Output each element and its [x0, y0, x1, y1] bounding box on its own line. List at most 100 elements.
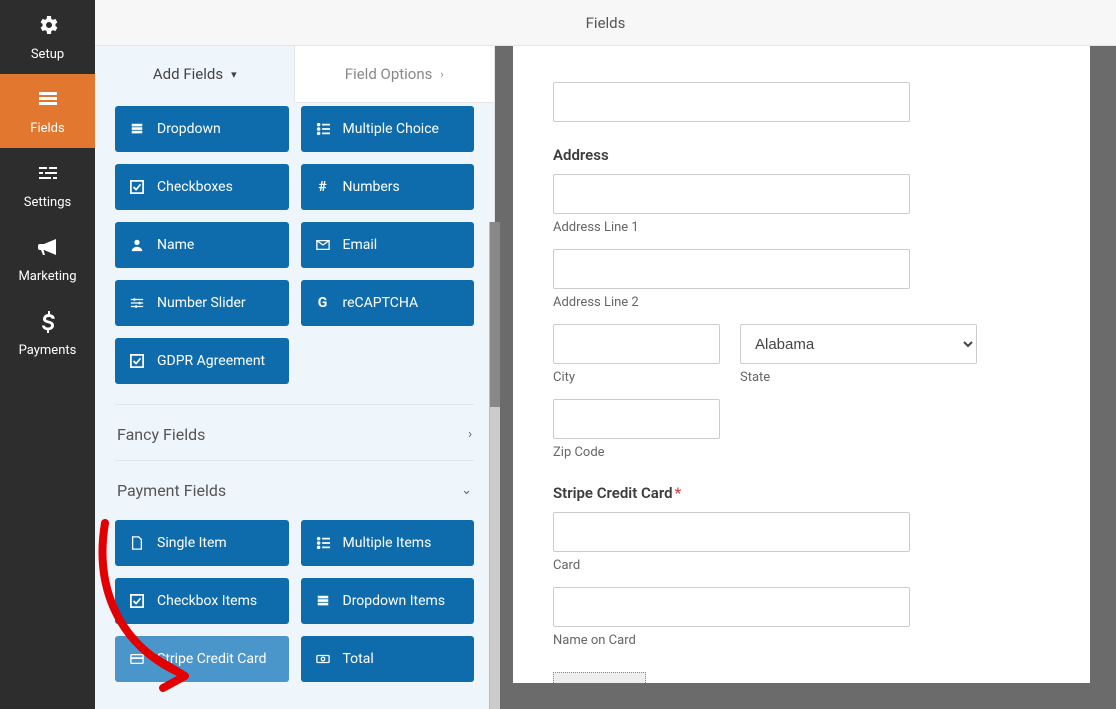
field-label: Dropdown Items [343, 593, 446, 609]
required-asterisk: * [675, 484, 682, 502]
payment-fields-grid: Single Item Multiple Items Checkbox Item… [115, 516, 474, 702]
bullhorn-icon [36, 235, 60, 263]
state-select[interactable]: Alabama [740, 324, 977, 364]
credit-card-icon [129, 651, 145, 667]
sliders-icon [36, 161, 60, 189]
user-icon [129, 237, 145, 253]
field-multiple-choice[interactable]: Multiple Choice [301, 106, 475, 152]
field-multiple-items[interactable]: Multiple Items [301, 520, 475, 566]
name-on-card-input[interactable] [553, 587, 910, 627]
tab-label: Field Options [345, 65, 433, 83]
mail-icon [315, 237, 331, 253]
sublabel: State [740, 370, 977, 385]
field-gdpr-agreement[interactable]: GDPR Agreement [115, 338, 289, 384]
field-label: Stripe Credit Card [157, 651, 267, 667]
field-label: Checkboxes [157, 179, 233, 195]
field-recaptcha[interactable]: G reCAPTCHA [301, 280, 475, 326]
dollar-icon [36, 309, 60, 337]
money-icon [315, 651, 331, 667]
page-title: Fields [586, 14, 626, 32]
field-label: Name [157, 237, 194, 253]
field-label: Dropdown [157, 121, 221, 137]
list-icon [315, 593, 331, 609]
field-label: Address [553, 146, 1050, 164]
card-input[interactable] [553, 512, 910, 552]
check-icon [129, 179, 145, 195]
form-preview: Address Address Line 1 Address Line 2 Ci… [513, 46, 1090, 683]
field-label: Numbers [343, 179, 400, 195]
field-total[interactable]: Total [301, 636, 475, 682]
sublabel: Name on Card [553, 633, 1050, 648]
page-header: Fields [95, 0, 1116, 46]
check-icon [129, 593, 145, 609]
field-label: Multiple Choice [343, 121, 439, 137]
field-label: Single Item [157, 535, 227, 551]
chevron-down-icon: ⌄ [461, 483, 472, 498]
check-icon [129, 353, 145, 369]
sublabel: City [553, 370, 720, 385]
sublabel: Zip Code [553, 445, 720, 460]
scrollbar[interactable] [489, 222, 500, 709]
bullets-icon [315, 535, 331, 551]
chevron-down-icon: ▾ [231, 68, 237, 81]
chevron-right-icon: › [468, 427, 472, 442]
section-fancy-fields[interactable]: Fancy Fields › [115, 404, 474, 460]
section-title: Fancy Fields [117, 425, 205, 444]
field-stripe-credit-card[interactable]: Stripe Credit Card [115, 636, 289, 682]
section-payment-fields[interactable]: Payment Fields ⌄ [115, 460, 474, 516]
sublabel: Address Line 1 [553, 220, 1050, 235]
field-label: Multiple Items [343, 535, 432, 551]
standard-fields-grid: Dropdown Multiple Choice Checkboxes # Nu… [115, 102, 474, 404]
field-single-item[interactable]: Single Item [115, 520, 289, 566]
file-icon [129, 535, 145, 551]
field-dropdown[interactable]: Dropdown [115, 106, 289, 152]
zip-input[interactable] [553, 399, 720, 439]
sublabel: Address Line 2 [553, 295, 1050, 310]
google-g-icon: G [315, 295, 331, 311]
form-field-generic [553, 82, 1050, 122]
field-label: Total [343, 651, 374, 667]
sidebar-item-setup[interactable]: Setup [0, 0, 95, 74]
form-field-address: Address Address Line 1 Address Line 2 Ci… [553, 146, 1050, 460]
field-name[interactable]: Name [115, 222, 289, 268]
field-label: Stripe Credit Card* [553, 484, 1050, 502]
sidebar-item-label: Payments [19, 343, 77, 358]
address-line1-input[interactable] [553, 174, 910, 214]
section-title: Payment Fields [117, 481, 226, 500]
preview-frame: Address Address Line 1 Address Line 2 Ci… [495, 46, 1116, 709]
sidebar-item-label: Marketing [18, 269, 76, 284]
field-label: reCAPTCHA [343, 295, 419, 311]
city-input[interactable] [553, 324, 720, 364]
builder-panel: Add Fields ▾ Field Options › Dropdown [95, 46, 495, 709]
form-field-stripe: Stripe Credit Card* Card Name on Card [553, 484, 1050, 648]
sidebar-item-fields[interactable]: Fields [0, 74, 95, 148]
sidebar-item-settings[interactable]: Settings [0, 148, 95, 222]
field-numbers[interactable]: # Numbers [301, 164, 475, 210]
tab-label: Add Fields [153, 65, 223, 83]
field-email[interactable]: Email [301, 222, 475, 268]
gear-icon [36, 13, 60, 41]
field-checkboxes[interactable]: Checkboxes [115, 164, 289, 210]
submit-button[interactable]: Submit [553, 672, 646, 683]
sidebar: Setup Fields Settings Marketing Payments [0, 0, 95, 709]
tab-add-fields[interactable]: Add Fields ▾ [95, 46, 295, 102]
field-label: Number Slider [157, 295, 246, 311]
tab-field-options[interactable]: Field Options › [295, 46, 495, 102]
field-number-slider[interactable]: Number Slider [115, 280, 289, 326]
sidebar-item-label: Setup [31, 47, 64, 62]
field-dropdown-items[interactable]: Dropdown Items [301, 578, 475, 624]
sliders-icon [129, 295, 145, 311]
sublabel: Card [553, 558, 1050, 573]
text-input[interactable] [553, 82, 910, 122]
sidebar-item-payments[interactable]: Payments [0, 296, 95, 370]
sidebar-item-marketing[interactable]: Marketing [0, 222, 95, 296]
form-icon [36, 87, 60, 115]
sidebar-item-label: Fields [30, 121, 64, 136]
list-icon [129, 121, 145, 137]
field-checkbox-items[interactable]: Checkbox Items [115, 578, 289, 624]
bullets-icon [315, 121, 331, 137]
chevron-right-icon: › [440, 68, 443, 81]
field-label: Email [343, 237, 378, 253]
address-line2-input[interactable] [553, 249, 910, 289]
field-label: GDPR Agreement [157, 353, 265, 369]
